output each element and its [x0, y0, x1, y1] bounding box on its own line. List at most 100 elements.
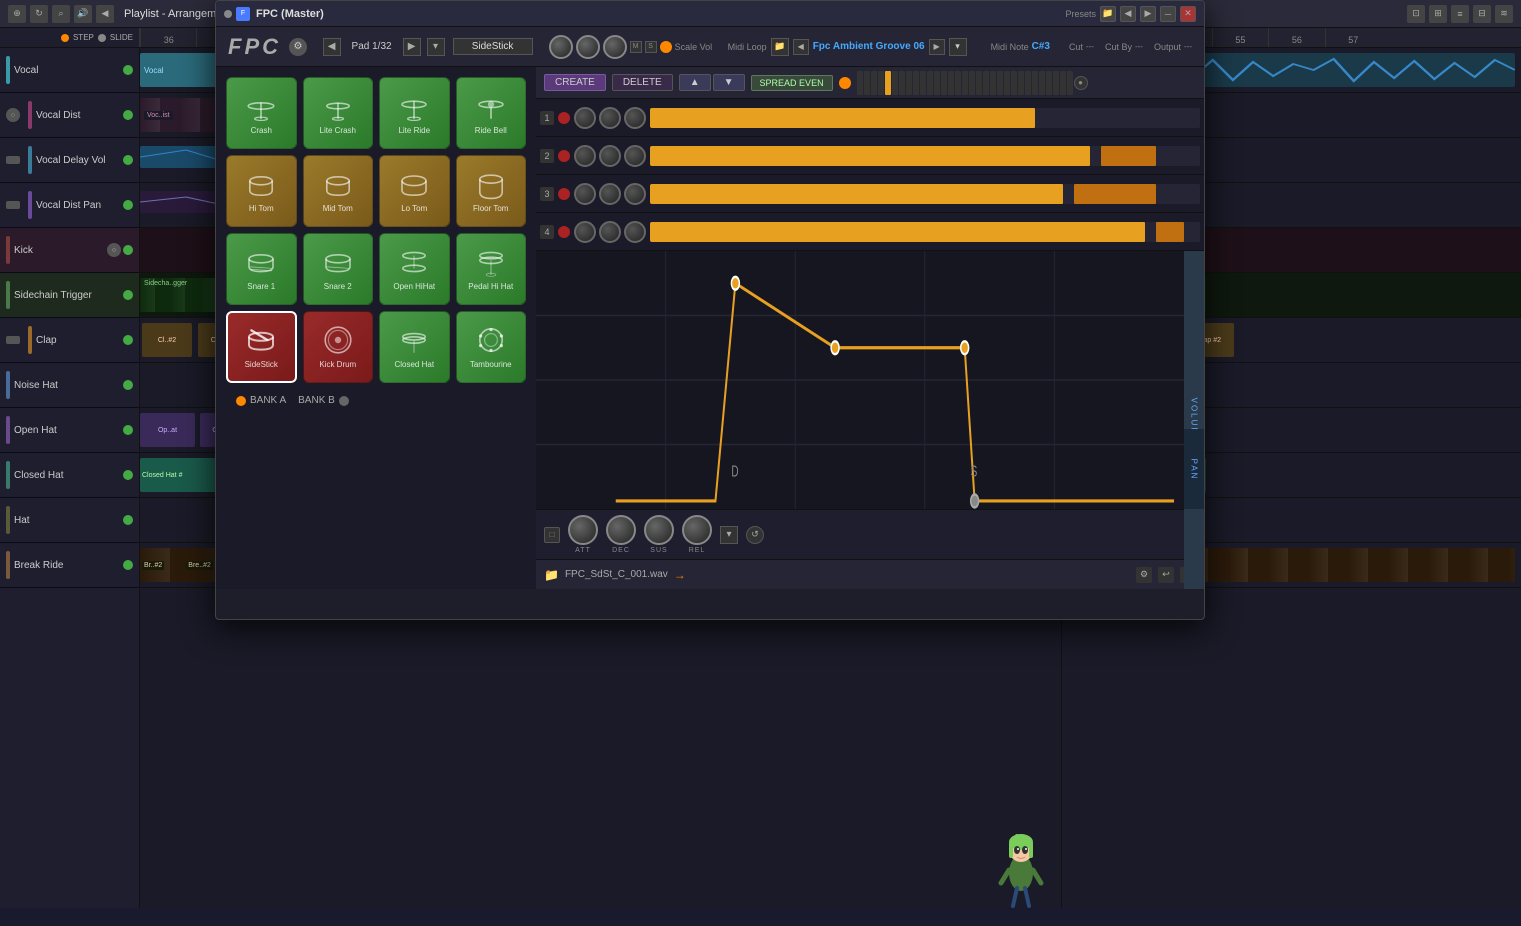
track-label-break-ride[interactable]: Break Ride: [0, 543, 139, 588]
env-rewind-icon[interactable]: ↩: [1158, 567, 1174, 583]
track-dot-vocal[interactable]: [123, 65, 133, 75]
seq-ch3-knob-3[interactable]: [624, 183, 646, 205]
toolbar-icon-2[interactable]: ↻: [30, 5, 48, 23]
track-label-noise-hat[interactable]: Noise Hat: [0, 363, 139, 408]
track-label-sidechain[interactable]: Sidechain Trigger: [0, 273, 139, 318]
seq-step-up[interactable]: ▲: [679, 74, 711, 91]
vocal-dist-knob[interactable]: ○: [6, 108, 20, 122]
pad-lo-tom[interactable]: Lo Tom: [379, 155, 450, 227]
ruler-mark[interactable]: 56: [1268, 28, 1324, 47]
track-dot-noise-hat[interactable]: [123, 380, 133, 390]
seq-end-btn[interactable]: ●: [1074, 76, 1088, 90]
toolbar-right-3[interactable]: ≡: [1451, 5, 1469, 23]
pad-snare-2[interactable]: Snare 2: [303, 233, 374, 305]
seq-ch4-mute[interactable]: [558, 226, 570, 238]
seq-ch3-knob-1[interactable]: [574, 183, 596, 205]
seq-step-down[interactable]: ▼: [713, 74, 745, 91]
pad-ride-bell[interactable]: Ride Bell: [456, 77, 527, 149]
seq-ch2-knob-1[interactable]: [574, 145, 596, 167]
pad-pedal-hihat[interactable]: Pedal Hi Hat: [456, 233, 527, 305]
env-att-knob[interactable]: ATT: [568, 515, 598, 554]
seq-ch4-steps[interactable]: [650, 222, 1200, 242]
track-dot-vocal-delay[interactable]: [123, 155, 133, 165]
track-label-vocal-delay[interactable]: Vocal Delay Vol: [0, 138, 139, 183]
kick-knob[interactable]: ○: [107, 243, 121, 257]
seq-ch1-steps[interactable]: [650, 108, 1200, 128]
bank-a-btn[interactable]: BANK A: [236, 395, 286, 406]
fpc-preset-prev[interactable]: ◀: [1120, 6, 1136, 22]
seq-ch3-knob-2[interactable]: [599, 183, 621, 205]
track-label-closed-hat[interactable]: Closed Hat: [0, 453, 139, 498]
env-dec-dial[interactable]: [606, 515, 636, 545]
fpc-record-dot[interactable]: [660, 41, 672, 53]
ruler-mark[interactable]: 36: [140, 28, 196, 47]
toolbar-right-5[interactable]: ≋: [1495, 5, 1513, 23]
env-sus-knob[interactable]: SUS: [644, 515, 674, 554]
pad-dropdown-btn[interactable]: ▾: [427, 38, 445, 56]
fpc-preset-folder[interactable]: 📁: [1100, 6, 1116, 22]
track-dot-closed-hat[interactable]: [123, 470, 133, 480]
track-label-vocal[interactable]: Vocal: [0, 48, 139, 93]
env-settings-icon[interactable]: ⚙: [1136, 567, 1152, 583]
toolbar-right-1[interactable]: ⊡: [1407, 5, 1425, 23]
toolbar-right-4[interactable]: ⊟: [1473, 5, 1491, 23]
create-btn[interactable]: CREATE: [544, 74, 606, 91]
closed-hat-clip-1[interactable]: Closed Hat #: [140, 458, 220, 492]
env-rel-knob[interactable]: REL: [682, 515, 712, 554]
pad-lite-crash[interactable]: Lite Crash: [303, 77, 374, 149]
fpc-minimize-btn[interactable]: ─: [1160, 6, 1176, 22]
env-dec-knob[interactable]: DEC: [606, 515, 636, 554]
track-dot-hat[interactable]: [123, 515, 133, 525]
pad-kick-drum[interactable]: Kick Drum: [303, 311, 373, 383]
track-dot-break-ride[interactable]: [123, 560, 133, 570]
pad-prev-btn[interactable]: ◀: [323, 38, 341, 56]
env-sus-dial[interactable]: [644, 515, 674, 545]
toolbar-icon-1[interactable]: ⊕: [8, 5, 26, 23]
toolbar-icon-3[interactable]: ⌕: [52, 5, 70, 23]
track-dot-open-hat[interactable]: [123, 425, 133, 435]
fpc-settings-gear[interactable]: ⚙: [289, 38, 307, 56]
pad-open-hihat[interactable]: Open HiHat: [379, 233, 450, 305]
open-hat-clip-1[interactable]: Op..at: [140, 413, 195, 447]
track-dot-vocal-dist[interactable]: [123, 110, 133, 120]
pad-hi-tom[interactable]: Hi Tom: [226, 155, 297, 227]
fpc-close-btn[interactable]: ✕: [1180, 6, 1196, 22]
ruler-mark[interactable]: 57: [1325, 28, 1381, 47]
seq-ch2-knob-2[interactable]: [599, 145, 621, 167]
track-label-vocal-dist-pan[interactable]: Vocal Dist Pan: [0, 183, 139, 228]
env-att-dial[interactable]: [568, 515, 598, 545]
midi-loop-prev[interactable]: ◀: [793, 39, 809, 55]
seq-ch1-knob-3[interactable]: [624, 107, 646, 129]
spread-even-btn[interactable]: SPREAD EVEN: [751, 75, 833, 91]
seq-ch4-knob-3[interactable]: [624, 221, 646, 243]
midi-loop-dropdown[interactable]: ▾: [949, 38, 967, 56]
fpc-preset-next[interactable]: ▶: [1140, 6, 1156, 22]
pad-lite-ride[interactable]: Lite Ride: [379, 77, 450, 149]
seq-ch4-knob-1[interactable]: [574, 221, 596, 243]
track-dot-kick[interactable]: [123, 245, 133, 255]
track-dot-vocal-dist-pan[interactable]: [123, 200, 133, 210]
fpc-pad-knob-1[interactable]: [549, 35, 573, 59]
midi-loop-next[interactable]: ▶: [929, 39, 945, 55]
seq-ch2-steps[interactable]: [650, 146, 1200, 166]
delete-btn[interactable]: DELETE: [612, 74, 673, 91]
pad-snare-1[interactable]: Snare 1: [226, 233, 297, 305]
envelope-canvas[interactable]: D S: [536, 251, 1184, 509]
pad-floor-tom[interactable]: Floor Tom: [456, 155, 527, 227]
clap-clip-1[interactable]: Cl..#2: [142, 323, 192, 357]
toolbar-icon-5[interactable]: ◀: [96, 5, 114, 23]
track-label-open-hat[interactable]: Open Hat: [0, 408, 139, 453]
track-dot-clap[interactable]: [123, 335, 133, 345]
seq-ch1-knob-1[interactable]: [574, 107, 596, 129]
track-label-hat[interactable]: Hat: [0, 498, 139, 543]
track-label-vocal-dist[interactable]: ○ Vocal Dist: [0, 93, 139, 138]
fpc-pad-knob-2[interactable]: [576, 35, 600, 59]
fpc-mute-btn[interactable]: M: [630, 41, 642, 53]
seq-ch1-mute[interactable]: [558, 112, 570, 124]
fpc-solo-btn[interactable]: S: [645, 41, 657, 53]
track-label-kick[interactable]: Kick ○: [0, 228, 139, 273]
pad-closed-hat[interactable]: Closed Hat: [379, 311, 449, 383]
toolbar-right-2[interactable]: ⊞: [1429, 5, 1447, 23]
pad-crash-1[interactable]: Crash: [226, 77, 297, 149]
track-dot-sidechain[interactable]: [123, 290, 133, 300]
